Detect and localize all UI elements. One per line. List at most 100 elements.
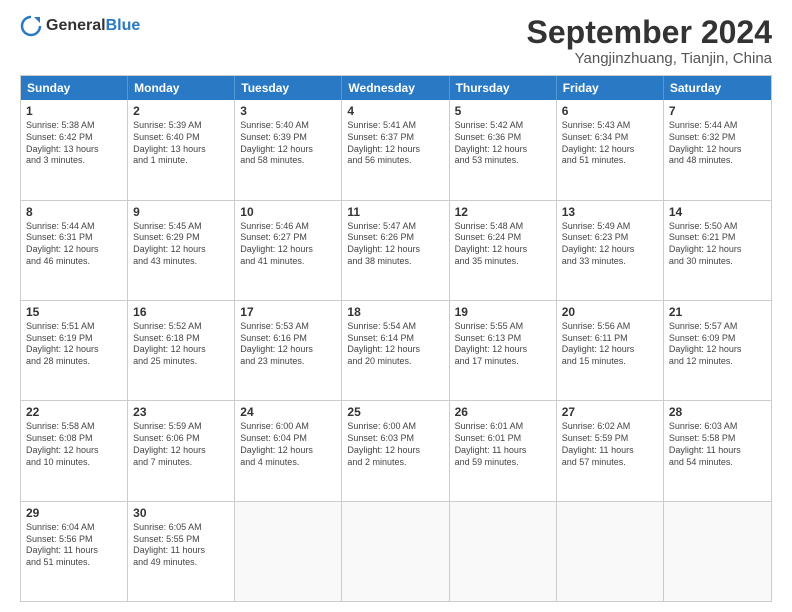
calendar-cell: 21Sunrise: 5:57 AM Sunset: 6:09 PM Dayli…: [664, 301, 771, 400]
day-number: 7: [669, 103, 766, 119]
month-title: September 2024: [527, 15, 772, 50]
day-number: 20: [562, 304, 658, 320]
calendar-cell: 18Sunrise: 5:54 AM Sunset: 6:14 PM Dayli…: [342, 301, 449, 400]
day-info: Sunrise: 5:47 AM Sunset: 6:26 PM Dayligh…: [347, 221, 443, 268]
calendar-cell: 1Sunrise: 5:38 AM Sunset: 6:42 PM Daylig…: [21, 100, 128, 199]
page: GeneralBlue September 2024 Yangjinzhuang…: [0, 0, 792, 612]
day-number: 9: [133, 204, 229, 220]
day-info: Sunrise: 6:04 AM Sunset: 5:56 PM Dayligh…: [26, 522, 122, 569]
calendar-header: SundayMondayTuesdayWednesdayThursdayFrid…: [21, 76, 771, 100]
title-section: September 2024 Yangjinzhuang, Tianjin, C…: [527, 15, 772, 67]
logo-blue: Blue: [106, 17, 141, 34]
day-info: Sunrise: 6:01 AM Sunset: 6:01 PM Dayligh…: [455, 421, 551, 468]
calendar-cell: [342, 502, 449, 601]
calendar-cell: 8Sunrise: 5:44 AM Sunset: 6:31 PM Daylig…: [21, 201, 128, 300]
day-info: Sunrise: 5:41 AM Sunset: 6:37 PM Dayligh…: [347, 120, 443, 167]
day-number: 12: [455, 204, 551, 220]
header: GeneralBlue September 2024 Yangjinzhuang…: [20, 15, 772, 67]
calendar-cell: 27Sunrise: 6:02 AM Sunset: 5:59 PM Dayli…: [557, 401, 664, 500]
day-info: Sunrise: 5:51 AM Sunset: 6:19 PM Dayligh…: [26, 321, 122, 368]
day-number: 4: [347, 103, 443, 119]
calendar-cell: [557, 502, 664, 601]
day-header-thursday: Thursday: [450, 76, 557, 100]
day-header-wednesday: Wednesday: [342, 76, 449, 100]
day-number: 15: [26, 304, 122, 320]
day-number: 17: [240, 304, 336, 320]
day-number: 24: [240, 404, 336, 420]
day-number: 25: [347, 404, 443, 420]
day-number: 1: [26, 103, 122, 119]
day-number: 30: [133, 505, 229, 521]
day-number: 13: [562, 204, 658, 220]
day-info: Sunrise: 5:49 AM Sunset: 6:23 PM Dayligh…: [562, 221, 658, 268]
calendar-week-5: 29Sunrise: 6:04 AM Sunset: 5:56 PM Dayli…: [21, 501, 771, 601]
calendar: SundayMondayTuesdayWednesdayThursdayFrid…: [20, 75, 772, 602]
calendar-cell: 26Sunrise: 6:01 AM Sunset: 6:01 PM Dayli…: [450, 401, 557, 500]
day-info: Sunrise: 5:44 AM Sunset: 6:31 PM Dayligh…: [26, 221, 122, 268]
day-number: 16: [133, 304, 229, 320]
calendar-cell: 20Sunrise: 5:56 AM Sunset: 6:11 PM Dayli…: [557, 301, 664, 400]
day-number: 6: [562, 103, 658, 119]
calendar-cell: [450, 502, 557, 601]
calendar-cell: [235, 502, 342, 601]
calendar-cell: 19Sunrise: 5:55 AM Sunset: 6:13 PM Dayli…: [450, 301, 557, 400]
day-number: 8: [26, 204, 122, 220]
day-info: Sunrise: 6:05 AM Sunset: 5:55 PM Dayligh…: [133, 522, 229, 569]
day-info: Sunrise: 5:53 AM Sunset: 6:16 PM Dayligh…: [240, 321, 336, 368]
day-info: Sunrise: 6:02 AM Sunset: 5:59 PM Dayligh…: [562, 421, 658, 468]
day-info: Sunrise: 5:48 AM Sunset: 6:24 PM Dayligh…: [455, 221, 551, 268]
day-number: 18: [347, 304, 443, 320]
calendar-week-4: 22Sunrise: 5:58 AM Sunset: 6:08 PM Dayli…: [21, 400, 771, 500]
calendar-week-2: 8Sunrise: 5:44 AM Sunset: 6:31 PM Daylig…: [21, 200, 771, 300]
day-number: 21: [669, 304, 766, 320]
calendar-cell: 11Sunrise: 5:47 AM Sunset: 6:26 PM Dayli…: [342, 201, 449, 300]
calendar-cell: 15Sunrise: 5:51 AM Sunset: 6:19 PM Dayli…: [21, 301, 128, 400]
calendar-cell: 13Sunrise: 5:49 AM Sunset: 6:23 PM Dayli…: [557, 201, 664, 300]
location: Yangjinzhuang, Tianjin, China: [527, 50, 772, 67]
day-info: Sunrise: 5:50 AM Sunset: 6:21 PM Dayligh…: [669, 221, 766, 268]
logo: GeneralBlue: [20, 15, 140, 37]
calendar-cell: 6Sunrise: 5:43 AM Sunset: 6:34 PM Daylig…: [557, 100, 664, 199]
calendar-week-1: 1Sunrise: 5:38 AM Sunset: 6:42 PM Daylig…: [21, 100, 771, 199]
logo-general: General: [46, 17, 106, 34]
calendar-cell: 23Sunrise: 5:59 AM Sunset: 6:06 PM Dayli…: [128, 401, 235, 500]
calendar-cell: 28Sunrise: 6:03 AM Sunset: 5:58 PM Dayli…: [664, 401, 771, 500]
calendar-cell: 5Sunrise: 5:42 AM Sunset: 6:36 PM Daylig…: [450, 100, 557, 199]
day-info: Sunrise: 5:52 AM Sunset: 6:18 PM Dayligh…: [133, 321, 229, 368]
day-number: 29: [26, 505, 122, 521]
day-info: Sunrise: 5:45 AM Sunset: 6:29 PM Dayligh…: [133, 221, 229, 268]
day-header-monday: Monday: [128, 76, 235, 100]
calendar-cell: 10Sunrise: 5:46 AM Sunset: 6:27 PM Dayli…: [235, 201, 342, 300]
calendar-cell: 17Sunrise: 5:53 AM Sunset: 6:16 PM Dayli…: [235, 301, 342, 400]
day-number: 23: [133, 404, 229, 420]
day-number: 26: [455, 404, 551, 420]
day-number: 14: [669, 204, 766, 220]
calendar-cell: 14Sunrise: 5:50 AM Sunset: 6:21 PM Dayli…: [664, 201, 771, 300]
calendar-week-3: 15Sunrise: 5:51 AM Sunset: 6:19 PM Dayli…: [21, 300, 771, 400]
day-header-saturday: Saturday: [664, 76, 771, 100]
calendar-cell: 22Sunrise: 5:58 AM Sunset: 6:08 PM Dayli…: [21, 401, 128, 500]
day-number: 27: [562, 404, 658, 420]
calendar-cell: 29Sunrise: 6:04 AM Sunset: 5:56 PM Dayli…: [21, 502, 128, 601]
day-number: 5: [455, 103, 551, 119]
day-number: 10: [240, 204, 336, 220]
day-info: Sunrise: 5:56 AM Sunset: 6:11 PM Dayligh…: [562, 321, 658, 368]
day-info: Sunrise: 5:40 AM Sunset: 6:39 PM Dayligh…: [240, 120, 336, 167]
calendar-cell: 7Sunrise: 5:44 AM Sunset: 6:32 PM Daylig…: [664, 100, 771, 199]
day-number: 28: [669, 404, 766, 420]
calendar-cell: [664, 502, 771, 601]
day-info: Sunrise: 5:59 AM Sunset: 6:06 PM Dayligh…: [133, 421, 229, 468]
calendar-cell: 4Sunrise: 5:41 AM Sunset: 6:37 PM Daylig…: [342, 100, 449, 199]
day-info: Sunrise: 6:00 AM Sunset: 6:03 PM Dayligh…: [347, 421, 443, 468]
day-info: Sunrise: 5:54 AM Sunset: 6:14 PM Dayligh…: [347, 321, 443, 368]
day-info: Sunrise: 5:58 AM Sunset: 6:08 PM Dayligh…: [26, 421, 122, 468]
calendar-cell: 2Sunrise: 5:39 AM Sunset: 6:40 PM Daylig…: [128, 100, 235, 199]
calendar-body: 1Sunrise: 5:38 AM Sunset: 6:42 PM Daylig…: [21, 100, 771, 601]
day-info: Sunrise: 5:44 AM Sunset: 6:32 PM Dayligh…: [669, 120, 766, 167]
day-info: Sunrise: 5:46 AM Sunset: 6:27 PM Dayligh…: [240, 221, 336, 268]
day-number: 22: [26, 404, 122, 420]
calendar-cell: 9Sunrise: 5:45 AM Sunset: 6:29 PM Daylig…: [128, 201, 235, 300]
day-info: Sunrise: 5:39 AM Sunset: 6:40 PM Dayligh…: [133, 120, 229, 167]
day-info: Sunrise: 5:43 AM Sunset: 6:34 PM Dayligh…: [562, 120, 658, 167]
logo-text: GeneralBlue: [46, 17, 140, 35]
